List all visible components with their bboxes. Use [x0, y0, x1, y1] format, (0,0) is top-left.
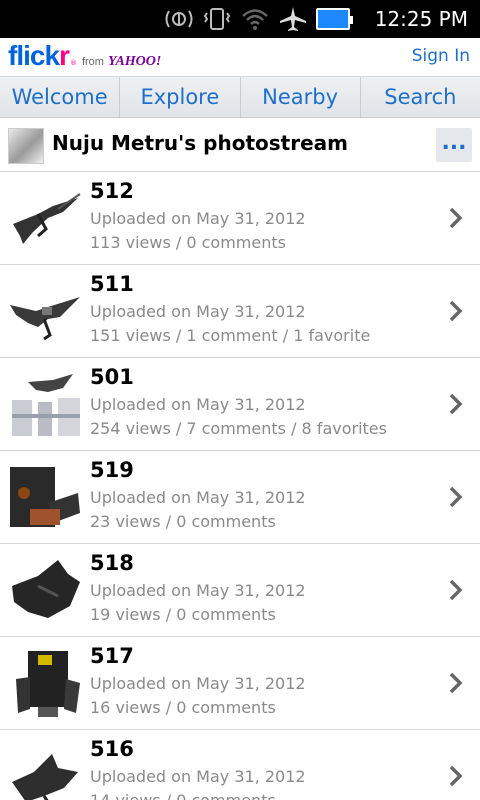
tab-search[interactable]: Search: [361, 77, 480, 117]
photostream-titlebar: Nuju Metru's photostream ...: [0, 118, 480, 172]
photo-thumbnail: [8, 556, 83, 628]
tab-welcome[interactable]: Welcome: [0, 77, 121, 117]
photo-title: 512: [90, 179, 134, 203]
list-item[interactable]: 512 Uploaded on May 31, 2012 113 views /…: [0, 172, 480, 265]
photo-stats: 16 views / 0 comments: [90, 698, 276, 717]
list-item[interactable]: 511 Uploaded on May 31, 2012 151 views /…: [0, 265, 480, 358]
signal-icon: [165, 10, 193, 28]
more-button[interactable]: ...: [436, 128, 472, 162]
logo-r-text: r: [59, 40, 70, 71]
photo-stats: 113 views / 0 comments: [90, 233, 286, 252]
photo-stats: 14 views / 0 comments: [90, 791, 276, 800]
status-bar: 12:25 PM: [0, 0, 480, 38]
photo-title: 519: [90, 458, 134, 482]
photo-date: Uploaded on May 31, 2012: [90, 395, 306, 414]
flickr-logo[interactable]: flick r ® from YAHOO!: [8, 40, 161, 74]
avatar[interactable]: [8, 128, 44, 164]
photo-thumbnail: [8, 742, 83, 800]
photo-date: Uploaded on May 31, 2012: [90, 488, 306, 507]
photo-thumbnail: [8, 277, 83, 349]
tab-nearby[interactable]: Nearby: [241, 77, 361, 117]
logo-yahoo-text: YAHOO!: [107, 54, 162, 69]
photo-title: 511: [90, 272, 134, 296]
photo-thumbnail: [8, 184, 83, 256]
photo-stats: 19 views / 0 comments: [90, 605, 276, 624]
chevron-right-icon: [449, 300, 463, 322]
nav-tabs: Welcome Explore Nearby Search: [0, 76, 480, 118]
photo-date: Uploaded on May 31, 2012: [90, 767, 306, 786]
photo-thumbnail: [8, 649, 83, 721]
list-item[interactable]: 516 Uploaded on May 31, 2012 14 views / …: [0, 730, 480, 800]
photo-stats: 254 views / 7 comments / 8 favorites: [90, 419, 387, 438]
photo-stats: 151 views / 1 comment / 1 favorite: [90, 326, 371, 345]
photo-date: Uploaded on May 31, 2012: [90, 581, 306, 600]
chevron-right-icon: [449, 672, 463, 694]
sign-in-link[interactable]: Sign In: [412, 46, 470, 66]
list-item[interactable]: 517 Uploaded on May 31, 2012 16 views / …: [0, 637, 480, 730]
tab-explore[interactable]: Explore: [120, 77, 241, 117]
chevron-right-icon: [449, 765, 463, 787]
chevron-right-icon: [449, 393, 463, 415]
photo-date: Uploaded on May 31, 2012: [90, 302, 306, 321]
photo-date: Uploaded on May 31, 2012: [90, 674, 306, 693]
list-item[interactable]: 501 Uploaded on May 31, 2012 254 views /…: [0, 358, 480, 451]
photo-list: 512 Uploaded on May 31, 2012 113 views /…: [0, 172, 480, 800]
photo-thumbnail: [8, 370, 83, 442]
photo-stats: 23 views / 0 comments: [90, 512, 276, 531]
wifi-icon: [242, 9, 268, 30]
photo-title: 516: [90, 737, 134, 761]
status-icons: [164, 4, 353, 34]
vibrate-icon: [203, 8, 231, 30]
photo-title: 501: [90, 365, 134, 389]
battery-icon: [316, 8, 353, 30]
photo-title: 517: [90, 644, 134, 668]
photo-title: 518: [90, 551, 134, 575]
page-title: Nuju Metru's photostream: [52, 131, 348, 155]
airplane-icon: [280, 7, 306, 31]
app-header: flick r ® from YAHOO! Sign In: [0, 38, 480, 76]
chevron-right-icon: [449, 579, 463, 601]
photo-thumbnail: [8, 463, 83, 535]
list-item[interactable]: 518 Uploaded on May 31, 2012 19 views / …: [0, 544, 480, 637]
logo-from-text: from: [81, 56, 104, 68]
logo-trademark: ®: [69, 59, 77, 67]
photo-date: Uploaded on May 31, 2012: [90, 209, 306, 228]
logo-flick-text: flick: [8, 40, 60, 71]
list-item[interactable]: 519 Uploaded on May 31, 2012 23 views / …: [0, 451, 480, 544]
chevron-right-icon: [449, 207, 463, 229]
status-time: 12:25 PM: [374, 7, 468, 31]
chevron-right-icon: [449, 486, 463, 508]
